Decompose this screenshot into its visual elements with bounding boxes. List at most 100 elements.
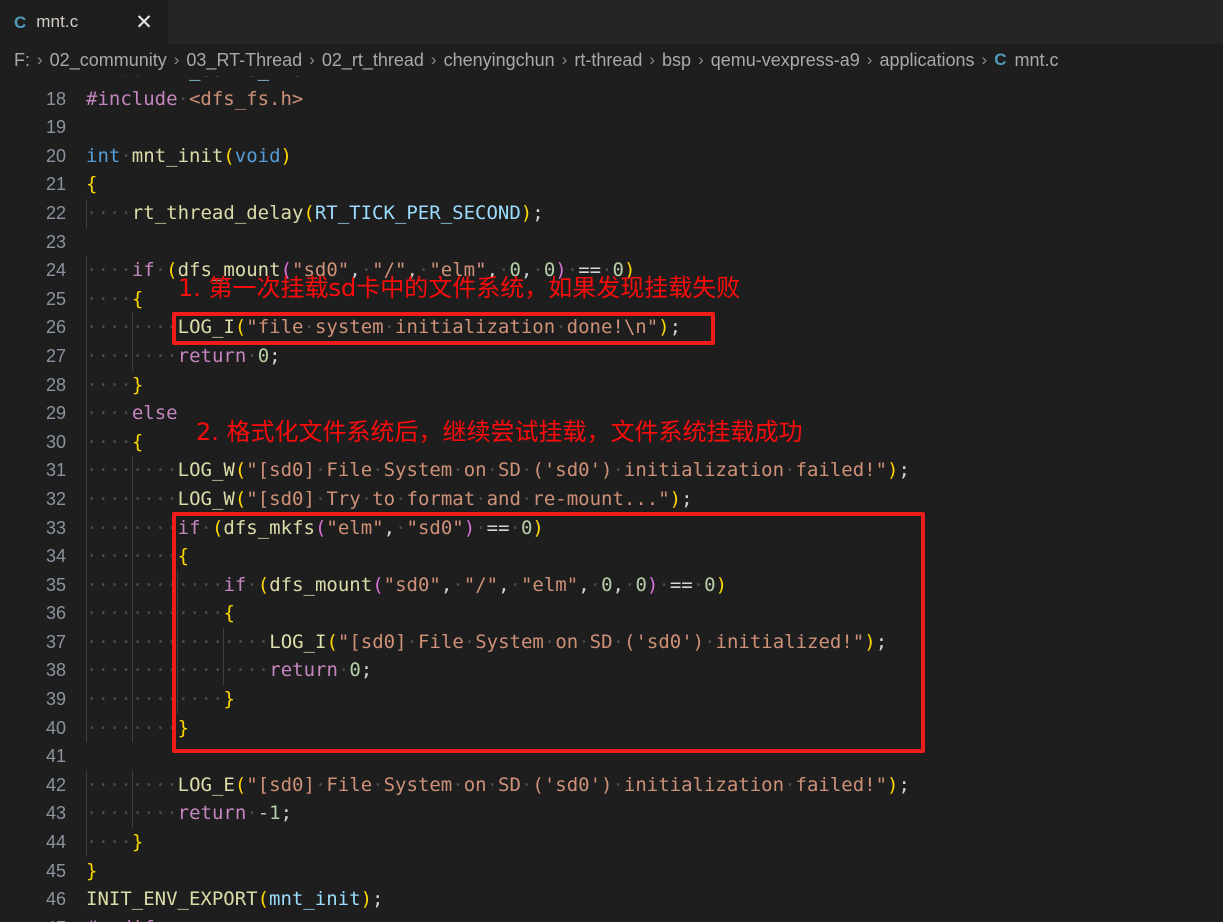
code-line[interactable]: 23 [0, 228, 1223, 257]
code-line[interactable]: 46 INIT_ENV_EXPORT(mnt_init); [0, 885, 1223, 914]
code-line[interactable]: 26 ········LOG_I("file·system·initializat… [0, 313, 1223, 342]
code-line-text: { [86, 173, 98, 196]
code-line-text: } [86, 859, 98, 882]
code-line[interactable]: 22 ····rt_thread_delay(RT_TICK_PER_SECOND… [0, 198, 1223, 228]
breadcrumb-separator-icon: › [309, 50, 315, 69]
breadcrumb-separator-icon: › [173, 50, 180, 69]
breadcrumb-item-qemu-vexpress-a9[interactable]: qemu-vexpress-a9 [711, 44, 860, 76]
editor-tab-bar: C mnt.c ✕ [0, 0, 1223, 44]
code-line[interactable]: 43 ········return·-1; [0, 799, 1223, 829]
line-number: 43 [45, 803, 66, 824]
breadcrumb-separator-icon: › [37, 50, 43, 69]
code-line[interactable]: 33 ········if·(dfs_mkfs("elm",·"sd0")·==·… [0, 513, 1223, 543]
line-number: 41 [45, 746, 66, 767]
code-line[interactable]: 38 ················return·0; [0, 656, 1223, 686]
code-line[interactable]: 20 int·mnt_init(void) [0, 142, 1223, 171]
line-number: 32 [45, 488, 66, 509]
code-line[interactable]: 39 ············} [0, 685, 1223, 714]
code-line[interactable]: 44 ····} [0, 828, 1223, 857]
code-line-text: ····} [86, 373, 144, 396]
line-number: 40 [45, 717, 66, 738]
code-line-text: ········LOG_I("file·system·initializatio… [86, 316, 682, 339]
breadcrumb-separator-icon: › [981, 50, 988, 69]
code-line[interactable]: 36 ············{ [0, 599, 1223, 628]
breadcrumb-item-03-rt-thread[interactable]: 03_RT-Thread [186, 44, 302, 76]
code-line[interactable]: 27 ········return·0; [0, 341, 1223, 371]
code-editor[interactable]: 17 #ifdef·RT_USING_DFS 18 #include·<dfs_fs.… [0, 76, 1223, 922]
line-number: 18 [45, 88, 66, 109]
code-line-text: ····else [86, 402, 178, 425]
line-number: 42 [45, 774, 66, 795]
code-line[interactable]: 41 [0, 742, 1223, 771]
line-number: 30 [45, 431, 66, 452]
line-number: 29 [45, 403, 66, 424]
line-number: 23 [45, 231, 66, 252]
code-line-text: ········return·-1; [86, 802, 293, 825]
breadcrumb: F: › 02_community › 03_RT-Thread › 02_rt_threa… [0, 44, 1223, 76]
code-line-text: ········return·0; [86, 344, 281, 367]
code-line-text: ····} [86, 831, 144, 854]
breadcrumb-item-bsp[interactable]: bsp [662, 44, 691, 76]
code-line-text: ········LOG_W("[sd0]·File·System·on·SD·(… [86, 459, 910, 482]
code-line[interactable]: 17 #ifdef·RT_USING_DFS [0, 76, 1223, 85]
line-number: 21 [45, 174, 66, 195]
code-line[interactable]: 18 #include·<dfs_fs.h> [0, 85, 1223, 114]
code-line-text: ········LOG_E("[sd0]·File·System·on·SD·(… [86, 773, 910, 796]
line-number: 33 [45, 517, 66, 538]
code-line[interactable]: 21 { [0, 170, 1223, 199]
close-icon[interactable]: ✕ [132, 10, 156, 34]
line-number: 44 [45, 832, 66, 853]
line-number: 17 [0, 76, 66, 85]
code-line[interactable]: 45} [0, 857, 1223, 886]
code-line[interactable]: 42 ········LOG_E("[sd0]·File·System·on·SD… [0, 770, 1223, 800]
code-line[interactable]: 34 ········{ [0, 542, 1223, 571]
code-line-text: ········if·(dfs_mkfs("elm",·"sd0")·==·0) [86, 516, 544, 539]
line-number: 36 [45, 603, 66, 624]
breadcrumb-item-f[interactable]: F: [14, 44, 30, 76]
breadcrumb-item-mnt-c[interactable]: mnt.c [1014, 44, 1058, 76]
c-file-icon: C [994, 50, 1007, 69]
breadcrumb-item-02-rt-thread[interactable]: 02_rt_thread [322, 44, 424, 76]
line-number: 28 [45, 374, 66, 395]
breadcrumb-item-02-community[interactable]: 02_community [50, 44, 167, 76]
line-number: 27 [45, 345, 66, 366]
code-line-text: ············if·(dfs_mount("sd0",·"/",·"e… [86, 573, 728, 596]
tab-label: mnt.c [36, 12, 79, 31]
breadcrumb-separator-icon: › [698, 50, 704, 69]
code-line-text: ············} [86, 688, 235, 711]
code-line[interactable]: 37 ················LOG_I("[sd0]·File·Syst… [0, 627, 1223, 657]
line-number: 46 [45, 889, 66, 910]
breadcrumb-item-rt-thread[interactable]: rt-thread [574, 44, 642, 76]
line-number: 26 [45, 317, 66, 338]
line-number: 25 [45, 288, 66, 309]
code-line[interactable]: 35 ············if·(dfs_mount("sd0",·"/",·… [0, 570, 1223, 600]
code-line[interactable]: 28 ····} [0, 370, 1223, 400]
code-line-text: ········} [86, 716, 190, 739]
annotation-note-1: 1. 第一次挂载sd卡中的文件系统，如果发现挂载失败 [178, 274, 741, 302]
line-number: 19 [45, 117, 66, 138]
code-line-text: ············{ [86, 602, 235, 625]
code-line[interactable]: 19 [0, 113, 1223, 142]
code-line[interactable]: 40 ········} [0, 713, 1223, 743]
tab-mnt-c[interactable]: C mnt.c ✕ [0, 0, 168, 44]
code-line-text: #ifdef·RT_USING_DFS [86, 76, 303, 85]
breadcrumb-item-applications[interactable]: applications [879, 44, 974, 76]
line-number: 22 [45, 202, 66, 223]
code-line-text: int·mnt_init(void) [86, 144, 292, 167]
code-line[interactable]: 32 ········LOG_W("[sd0]·Try·to·format·and… [0, 484, 1223, 514]
line-number: 47 [0, 914, 66, 922]
code-line[interactable]: 31 ········LOG_W("[sd0]·File·System·on·SD… [0, 456, 1223, 485]
line-number: 24 [45, 260, 66, 281]
breadcrumb-separator-icon: › [649, 50, 656, 69]
code-line-text: ················LOG_I("[sd0]·File·System… [86, 630, 888, 653]
code-line[interactable]: 47 #endif [0, 914, 1223, 922]
breadcrumb-separator-icon: › [430, 50, 437, 69]
code-line-text: ····{ [86, 430, 144, 453]
code-lines-container: 17 #ifdef·RT_USING_DFS 18 #include·<dfs_fs.… [0, 76, 1223, 922]
line-number: 39 [45, 689, 66, 710]
code-line-text: #include·<dfs_fs.h> [86, 87, 304, 110]
c-file-icon: C [14, 12, 27, 32]
line-number: 35 [45, 574, 66, 595]
annotation-note-2: 2. 格式化文件系统后，继续尝试挂载，文件系统挂载成功 [196, 418, 803, 446]
breadcrumb-item-chenyingchun[interactable]: chenyingchun [444, 44, 555, 76]
